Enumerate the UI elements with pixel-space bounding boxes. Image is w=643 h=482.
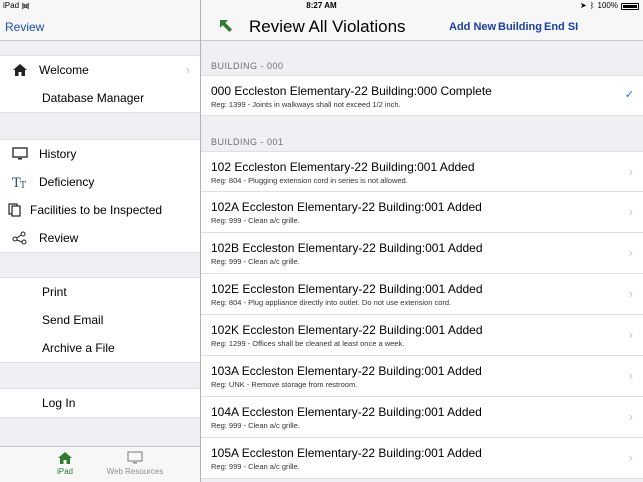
battery-percent: 100%	[597, 1, 618, 10]
violation-regulation: Reg: 804 - Plugging extension cord in se…	[211, 176, 408, 185]
page-title: Review All Violations	[249, 17, 406, 36]
violation-title: 102K Eccleston Elementary-22 Building:00…	[211, 323, 483, 337]
chevron-right-icon: ›	[628, 327, 633, 342]
violation-regulation: Reg: 999 - Clean a/c grille.	[211, 216, 300, 225]
violation-row[interactable]: 102K Eccleston Elementary-22 Building:00…	[201, 315, 643, 356]
tab-web-resources[interactable]: Web Resources	[105, 451, 165, 476]
status-right: ➤ ᛒ 100%	[580, 0, 639, 12]
violation-title: 104A Eccleston Elementary-22 Building:00…	[211, 405, 482, 419]
violation-regulation: Reg: 1299 - Offices shall be cleaned at …	[211, 339, 405, 348]
violation-row[interactable]: 102E Eccleston Elementary-22 Building:00…	[201, 274, 643, 315]
detail-pane: Review All Violations Add New Building E…	[201, 0, 643, 482]
violation-title: 000 Eccleston Elementary-22 Building:000…	[211, 84, 492, 98]
chevron-right-icon: ›	[628, 245, 633, 260]
menu-item-welcome[interactable]: Welcome ›	[0, 56, 200, 84]
chevron-right-icon: ›	[628, 204, 633, 219]
building-button[interactable]: Building	[498, 21, 542, 33]
violation-row[interactable]: 102 Eccleston Elementary-22 Building:001…	[201, 151, 643, 192]
add-new-button[interactable]: Add New	[449, 21, 496, 33]
violation-row[interactable]: 104A Eccleston Elementary-22 Building:00…	[201, 397, 643, 438]
violation-title: 105A Eccleston Elementary-22 Building:00…	[211, 446, 482, 460]
tab-bar: iPad Web Resources	[0, 446, 200, 482]
chevron-right-icon: ›	[628, 368, 633, 383]
end-si-button[interactable]: End SI	[544, 21, 578, 33]
share-nodes-icon	[12, 231, 27, 245]
menu-item-facilities[interactable]: Facilities to be Inspected	[0, 196, 200, 224]
menu-group-account: Log In	[0, 388, 200, 418]
house-icon	[58, 452, 72, 464]
monitor-icon	[127, 451, 143, 464]
violation-title: 102A Eccleston Elementary-22 Building:00…	[211, 200, 482, 214]
violation-row[interactable]: 102B Eccleston Elementary-22 Building:00…	[201, 233, 643, 274]
menu-item-archive[interactable]: Archive a File	[0, 334, 200, 362]
location-icon: ➤	[580, 1, 587, 10]
violation-row[interactable]: 102A Eccleston Elementary-22 Building:00…	[201, 192, 643, 233]
chevron-right-icon: ›	[628, 164, 633, 179]
monitor-icon	[12, 147, 28, 160]
violation-regulation: Reg: 999 - Clean a/c grille.	[211, 421, 300, 430]
menu-item-print[interactable]: Print	[0, 278, 200, 306]
violation-regulation: Reg: 999 - Clean a/c grille.	[211, 462, 300, 471]
chevron-right-icon: ›	[628, 450, 633, 465]
svg-text:T: T	[20, 181, 26, 189]
tab-ipad[interactable]: iPad	[35, 451, 95, 476]
violation-title: 102 Eccleston Elementary-22 Building:001…	[211, 160, 475, 174]
violation-row[interactable]: 000 Eccleston Elementary-22 Building:000…	[201, 75, 643, 116]
clock: 8:27 AM	[306, 1, 337, 10]
menu-group-main: Welcome › Database Manager	[0, 55, 200, 113]
menu-item-deficiency[interactable]: TT Deficiency	[0, 168, 200, 196]
violation-title: 102B Eccleston Elementary-22 Building:00…	[211, 241, 483, 255]
checkmark-icon: ✓	[624, 89, 634, 101]
menu-item-history[interactable]: History	[0, 140, 200, 168]
violation-regulation: Reg: 1399 - Joints in walkways shall not…	[211, 100, 401, 109]
violation-title: 103A Eccleston Elementary-22 Building:00…	[211, 364, 482, 378]
arrow-up-left-icon[interactable]	[219, 19, 233, 33]
master-pane: Review Welcome › Database Manager Histor…	[0, 0, 201, 482]
violation-regulation: Reg: UNK - Remove storage from restroom.	[211, 380, 358, 389]
violation-regulation: Reg: 804 - Plug appliance directly into …	[211, 298, 452, 307]
section-header: BUILDING - 000	[211, 61, 284, 71]
menu-item-send-email[interactable]: Send Email	[0, 306, 200, 334]
violation-row[interactable]: 103A Eccleston Elementary-22 Building:00…	[201, 356, 643, 397]
status-bar: iPad ᯼ 8:27 AM ➤ ᛒ 100%	[0, 0, 643, 12]
violation-title: 102E Eccleston Elementary-22 Building:00…	[211, 282, 483, 296]
violation-row[interactable]: 105A Eccleston Elementary-22 Building:00…	[201, 438, 643, 479]
menu-item-log-in[interactable]: Log In	[0, 389, 200, 417]
section-header: BUILDING - 001	[211, 137, 284, 147]
house-icon	[13, 64, 27, 76]
battery-icon	[621, 2, 639, 10]
bluetooth-icon: ᛒ	[589, 1, 595, 10]
menu-group-tools: History TT Deficiency Facilities to be I…	[0, 139, 200, 253]
review-back-button[interactable]: Review	[5, 20, 44, 34]
copy-icon	[8, 203, 21, 217]
chevron-right-icon: ›	[185, 62, 190, 77]
menu-item-review[interactable]: Review	[0, 224, 200, 252]
menu-group-output: Print Send Email Archive a File	[0, 277, 200, 363]
menu-item-database-manager[interactable]: Database Manager	[0, 84, 200, 112]
chevron-right-icon: ›	[628, 409, 633, 424]
text-size-icon: TT	[12, 176, 26, 189]
chevron-right-icon: ›	[628, 286, 633, 301]
violation-regulation: Reg: 999 - Clean a/c grille.	[211, 257, 300, 266]
